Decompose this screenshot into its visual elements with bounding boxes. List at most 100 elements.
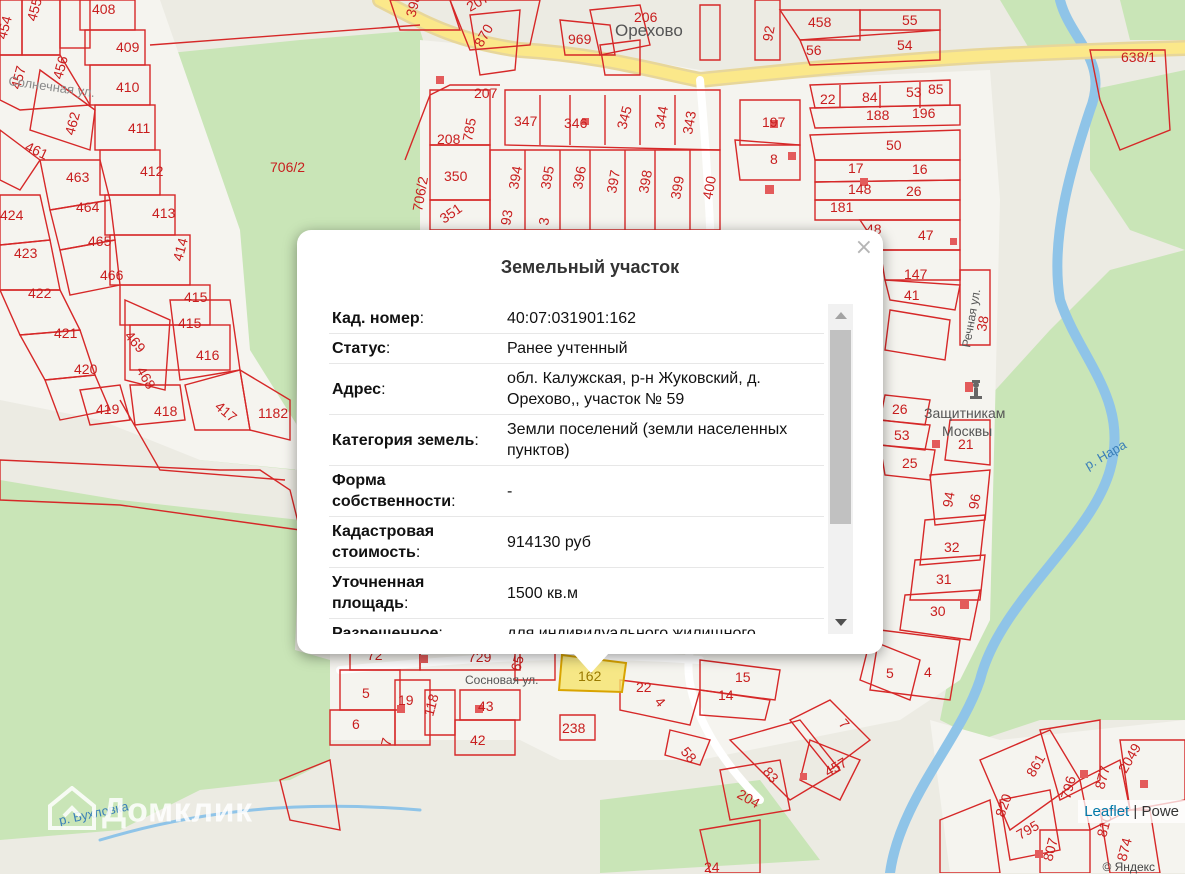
scroll-down-arrow-icon[interactable] <box>835 619 847 626</box>
parcel-label: 25 <box>902 455 918 471</box>
parcel-label: 466 <box>100 267 124 283</box>
parcel-label: 14 <box>718 687 734 703</box>
info-row-key: Форма собственности: <box>329 465 501 517</box>
info-row: Кад. номер: 40:07:031901:162 <box>329 304 824 334</box>
info-row-key-text: Адрес <box>332 380 382 398</box>
info-row-key: Разрешенное: <box>329 618 501 634</box>
info-row-key: Статус: <box>329 333 501 364</box>
popup-title: Земельный участок <box>500 257 680 277</box>
parcel-label: 196 <box>912 105 936 121</box>
parcel-label: 346 <box>564 115 588 131</box>
street-label-sosnovaya: Сосновая ул. <box>465 673 538 687</box>
parcel-label: 53 <box>906 84 922 100</box>
leaflet-link[interactable]: Leaflet <box>1084 803 1129 820</box>
parcel-label: 22 <box>636 679 652 695</box>
parcel-label: 197 <box>762 114 786 130</box>
info-row-key: Кад. номер: <box>329 304 501 334</box>
parcel-label: 181 <box>830 199 854 215</box>
parcel-label: 418 <box>154 403 178 419</box>
parcel-label: 85 <box>928 81 944 97</box>
info-row-value: для индивидуального жилищного <box>501 618 824 634</box>
parcel-label: 55 <box>902 12 918 28</box>
parcel-label: 43 <box>478 698 494 714</box>
place-label-zashchitnikam: Защитникам <box>924 405 1005 421</box>
info-row-key: Кадастровая стоимость: <box>329 516 501 568</box>
parcel-label: 415 <box>184 289 208 305</box>
map-attribution: Leaflet | Powe <box>1078 800 1185 823</box>
info-row-key-text: Уточненная площадь <box>332 574 425 612</box>
parcel-label: 638/1 <box>1121 49 1156 65</box>
info-row: Адрес: обл. Калужская, р-н Жуковский, д. … <box>329 363 824 415</box>
parcel-label: 465 <box>88 233 112 249</box>
parcel-label: 147 <box>904 266 928 282</box>
parcel-label: 8 <box>770 151 778 167</box>
map-copyright: © Яндекс <box>1102 860 1155 874</box>
parcel-label: 1182 <box>258 405 288 421</box>
parcel-label: 411 <box>128 120 151 136</box>
info-table: Кад. номер: 40:07:031901:162 Статус: Ранее … <box>329 304 824 634</box>
parcel-label: 54 <box>897 37 913 53</box>
parcel-label: 41 <box>904 287 920 303</box>
info-table-container[interactable]: Кад. номер: 40:07:031901:162 Статус: Ранее … <box>329 304 824 634</box>
scroll-thumb[interactable] <box>830 330 851 524</box>
info-row-value: Земли поселений (земли населенных пункто… <box>501 414 824 466</box>
place-label-orekhovo: Орехово <box>615 21 683 40</box>
parcel-label: 207 <box>474 85 498 101</box>
parcel-label: 42 <box>470 732 486 748</box>
watermark: Домклик <box>48 785 253 839</box>
parcel-label: 409 <box>116 39 140 55</box>
parcel-label: 188 <box>866 107 890 123</box>
info-row-value: Ранее учтенный <box>501 333 824 364</box>
parcel-label: 50 <box>886 137 902 153</box>
parcel-label: 47 <box>918 227 934 243</box>
scroll-up-arrow-icon[interactable] <box>835 312 847 319</box>
parcel-label: 238 <box>562 720 586 736</box>
watermark-text: Домклик <box>102 791 253 830</box>
parcel-label: 416 <box>196 347 220 363</box>
parcel-info-popup: × Земельный участок Кад. номер: 40:07:031… <box>297 230 883 654</box>
parcel-label: 969 <box>568 31 592 47</box>
parcel-label: 24 <box>704 859 720 873</box>
parcel-label: 420 <box>74 361 98 377</box>
parcel-label: 408 <box>92 1 116 17</box>
info-row-value: 40:07:031901:162 <box>501 304 824 334</box>
parcel-label: 423 <box>14 245 38 261</box>
parcel-label: 422 <box>28 285 52 301</box>
popup-scrollbar[interactable] <box>828 304 853 634</box>
parcel-label: 415 <box>178 315 202 331</box>
parcel-label: 706/2 <box>270 159 305 175</box>
info-row-key: Уточненная площадь: <box>329 567 501 619</box>
info-row: Разрешенное: для индивидуального жилищног… <box>329 618 824 634</box>
info-row-key-text: Категория земель <box>332 431 475 449</box>
attribution-separator: | <box>1129 803 1142 820</box>
parcel-label: 5 <box>886 665 894 681</box>
info-row-value: 1500 кв.м <box>501 567 824 619</box>
parcel-label: 84 <box>862 89 878 105</box>
parcel-label: 94 <box>939 490 957 508</box>
parcel-label: 15 <box>735 669 751 685</box>
parcel-label: 96 <box>965 492 983 510</box>
parcel-label: 53 <box>894 427 910 443</box>
info-row: Кадастровая стоимость: 914130 руб <box>329 516 824 568</box>
parcel-label: 4 <box>924 664 932 680</box>
parcel-label: 19 <box>398 692 414 708</box>
parcel-label: 16 <box>912 161 928 177</box>
parcel-label: 208 <box>437 131 461 147</box>
place-label-moskvy: Москвы <box>942 423 992 439</box>
parcel-label: 6 <box>352 716 360 732</box>
parcel-label: 347 <box>514 113 538 129</box>
parcel-label: 30 <box>930 603 946 619</box>
parcel-label: 458 <box>808 14 832 30</box>
info-row-value: - <box>501 465 824 517</box>
info-row: Категория земель: Земли поселений (земли … <box>329 414 824 466</box>
info-row: Уточненная площадь: 1500 кв.м <box>329 567 824 619</box>
parcel-label: 424 <box>0 207 24 223</box>
info-row-key-text: Статус <box>332 340 386 357</box>
parcel-label: 410 <box>116 79 140 95</box>
parcel-label: 148 <box>848 181 872 197</box>
parcel-label: 5 <box>362 685 370 701</box>
parcel-label: 463 <box>66 169 90 185</box>
parcel-label: 413 <box>152 205 176 221</box>
parcel-label: 92 <box>759 24 777 42</box>
info-row-value: 914130 руб <box>501 516 824 568</box>
